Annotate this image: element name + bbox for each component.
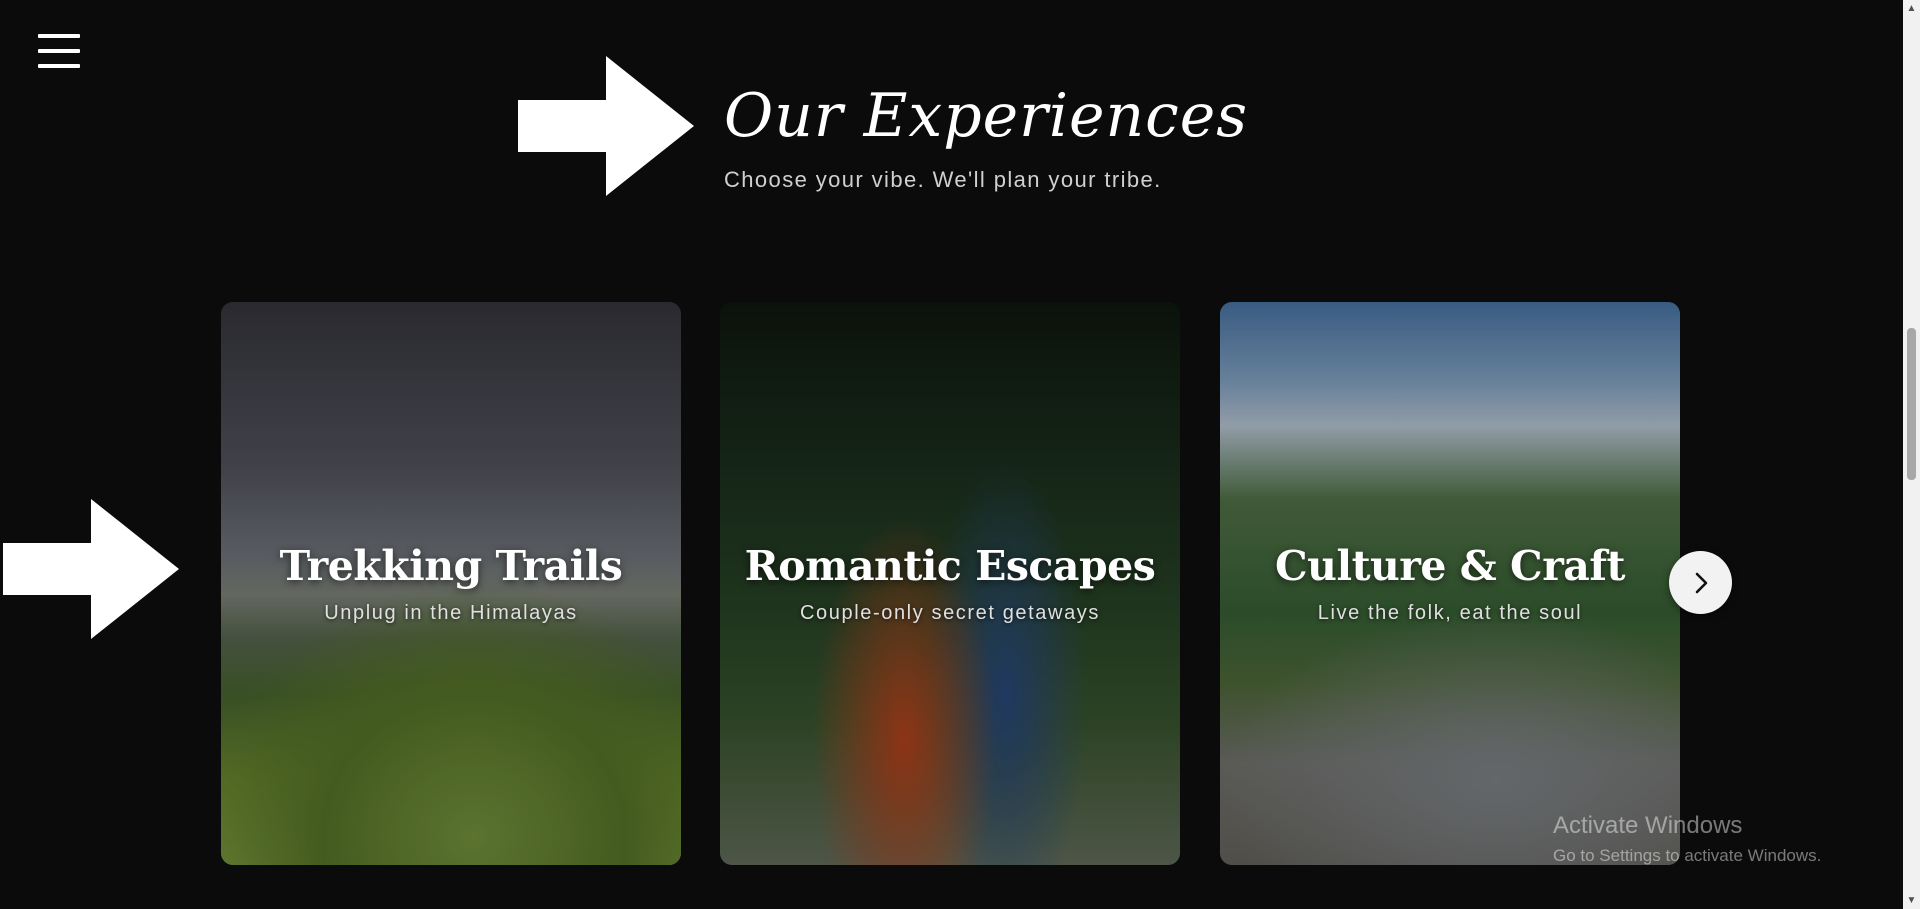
scroll-down-icon[interactable]: ▼ [1903,892,1920,909]
hamburger-icon-line [38,34,80,38]
card-title: Culture & Craft [1275,542,1625,590]
card-subtitle: Couple-only secret getaways [800,602,1100,624]
windows-activation-watermark: Activate Windows Go to Settings to activ… [1553,812,1821,866]
hamburger-icon-line [38,64,80,68]
experience-card-trekking[interactable]: Trekking Trails Unplug in the Himalayas [221,302,681,865]
experience-card-culture[interactable]: Culture & Craft Live the folk, eat the s… [1220,302,1680,865]
card-title: Romantic Escapes [744,542,1156,590]
watermark-hint: Go to Settings to activate Windows. [1553,846,1822,865]
page-subtitle: Choose your vibe. We'll plan your tribe. [724,167,1162,192]
scrollbar-thumb[interactable] [1907,328,1916,480]
experience-card-romantic[interactable]: Romantic Escapes Couple-only secret geta… [720,302,1180,865]
page-title: Our Experiences [724,81,1249,151]
hamburger-menu-button[interactable] [38,33,80,69]
page: Our Experiences Choose your vibe. We'll … [0,0,1920,909]
arrow-right-icon [518,56,694,196]
scroll-up-icon[interactable]: ▲ [1903,0,1920,17]
chevron-right-icon [1695,572,1707,593]
card-title: Trekking Trails [279,542,623,590]
arrow-right-icon [3,499,179,639]
card-subtitle: Live the folk, eat the soul [1317,602,1583,624]
vertical-scrollbar[interactable]: ▲ ▼ [1903,0,1920,909]
hamburger-icon-line [38,49,80,53]
card-subtitle: Unplug in the Himalayas [324,602,578,624]
carousel-next-button[interactable] [1669,551,1732,614]
watermark-title: Activate Windows [1553,812,1743,839]
section-heading: Our Experiences Choose your vibe. We'll … [724,82,1248,193]
